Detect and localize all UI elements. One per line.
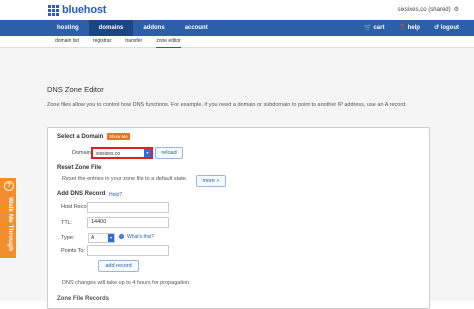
add-record-help-link[interactable]: Help? [109,192,122,198]
account-name: sixsixes.co (shared) [397,6,451,13]
type-select-value: A [91,235,95,241]
question-icon: ? [119,234,124,239]
ttl-input[interactable]: 14400 [87,217,169,228]
whats-this-link[interactable]: What's this? [127,234,154,240]
logout-icon: ↺ [433,25,439,31]
points-to-label: Points To: [61,248,86,254]
add-record-button[interactable]: add record [98,260,139,272]
reset-zone-heading: Reset Zone File [57,165,102,171]
chevron-down-icon: ▾ [108,234,114,242]
cart-icon: 🛒 [364,25,372,31]
user-gear-icon[interactable]: ⚙ [454,6,459,13]
subnav-registrar[interactable]: registrar [93,36,111,48]
subnav-transfer[interactable]: transfer [125,36,142,48]
host-record-input[interactable] [87,202,169,213]
reload-button[interactable]: reload [155,147,183,159]
top-header: bluehost sixsixes.co (shared) ⚙ [0,0,474,20]
question-mark-icon: ? [4,181,14,191]
walk-me-through-label: Walk Me Through [7,197,14,251]
intro-text: Zone files allow you to control how DNS … [47,102,407,108]
main-nav: hosting domains addons account 🛒 cart ❓ … [0,20,474,36]
cart-link[interactable]: 🛒 cart [364,20,384,36]
nav-domains[interactable]: domains [88,20,134,36]
points-to-input[interactable] [87,245,169,256]
logo-grid-icon [47,4,59,16]
propagation-note: DNS changes will take up to 4 hours for … [62,280,191,286]
nav-hosting[interactable]: hosting [47,20,89,36]
ttl-label: TTL: [61,220,73,226]
chevron-down-icon: ▾ [144,149,151,157]
type-select[interactable]: A ▾ [88,233,115,243]
bluehost-logo[interactable]: bluehost [47,4,106,16]
domain-select[interactable]: sixsixes.co ▾ [91,147,153,159]
domain-select-value: sixsixes.co [96,151,121,157]
nav-addons[interactable]: addons [133,20,174,36]
walk-me-through-tab[interactable]: ? Walk Me Through [0,178,16,258]
help-label: help [407,25,420,31]
help-link[interactable]: ❓ help [398,20,420,36]
domain-label: Domain: [72,150,93,156]
subnav-zone-editor[interactable]: zone editor [156,36,181,48]
nav-account[interactable]: account [175,20,218,36]
cart-label: cart [373,25,385,31]
show-me-badge[interactable]: Show Me [107,133,130,140]
reset-zone-description: Reset the entries in your zone file to a… [62,176,188,182]
account-menu[interactable]: sixsixes.co (shared) ⚙ [397,6,459,14]
page-title: DNS Zone Editor [47,85,104,94]
subnav-domain-list[interactable]: domain list [55,36,79,48]
more-button[interactable]: more » [196,175,226,187]
logout-label: logout [440,25,459,31]
add-record-heading: Add DNS Record [57,191,106,197]
select-domain-heading: Select a Domain [57,134,104,140]
type-label: Type: [61,235,75,241]
logo-text: bluehost [62,4,107,16]
logout-link[interactable]: ↺ logout [434,20,459,36]
zone-records-heading: Zone File Records [57,296,110,302]
help-icon: ❓ [398,25,406,31]
sub-nav: domain list registrar transfer zone edit… [0,36,474,48]
